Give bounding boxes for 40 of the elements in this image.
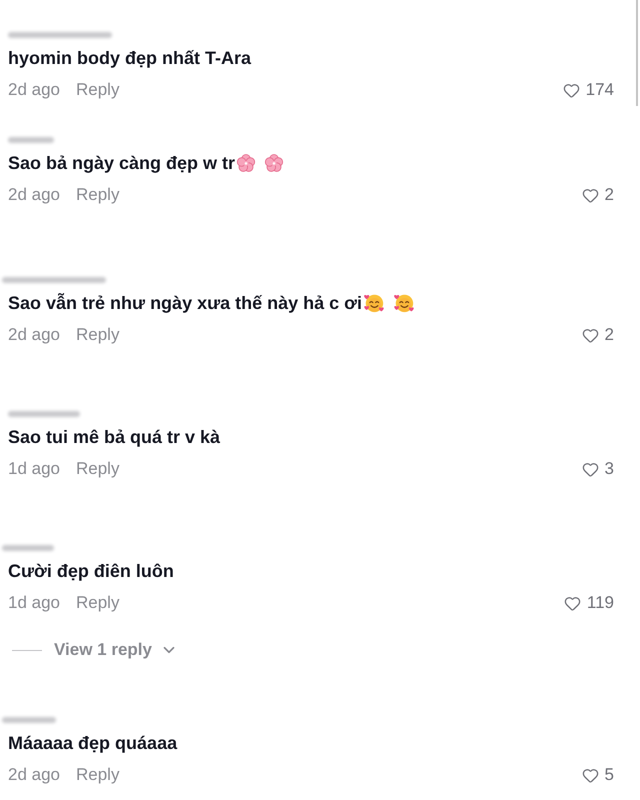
comment-text: hyomin body đẹp nhất T-Ara <box>8 47 252 70</box>
like-heart-icon[interactable] <box>582 460 599 478</box>
scrollbar-thumb[interactable] <box>636 0 638 106</box>
like-count: 2 <box>604 324 614 346</box>
comment-time: 1d ago <box>8 458 60 480</box>
like-count: 2 <box>604 184 614 206</box>
smiling-face-with-hearts-icon <box>392 292 415 314</box>
comment-text: Sao tui mê bả quá tr v kà <box>8 426 220 449</box>
comment-text: Cười đẹp điên luôn <box>8 560 174 583</box>
like-count: 174 <box>586 79 614 101</box>
cherry-blossom-icon <box>264 153 284 173</box>
blurred-username <box>8 411 80 417</box>
comment-time: 2d ago <box>8 184 60 206</box>
reply-button[interactable]: Reply <box>76 323 120 347</box>
comment-text: Sao bả ngày càng đẹp w tr <box>8 152 236 175</box>
comment-time: 2d ago <box>8 324 60 346</box>
comment-text: Máaaaa đẹp quáaaa <box>8 732 178 755</box>
reply-button[interactable]: Reply <box>76 763 120 787</box>
reply-button[interactable]: Reply <box>76 183 120 207</box>
reply-button[interactable]: Reply <box>76 591 120 615</box>
blurred-username <box>2 545 54 551</box>
like-count: 119 <box>586 592 614 614</box>
reply-button[interactable]: Reply <box>76 78 120 102</box>
like-heart-icon[interactable] <box>564 594 581 612</box>
like-heart-icon[interactable] <box>582 326 599 344</box>
like-heart-icon[interactable] <box>582 766 599 784</box>
comment-text: Sao vẫn trẻ như ngày xưa thế này hả c ơi <box>8 292 362 315</box>
like-count: 3 <box>604 458 614 480</box>
comment-time: 2d ago <box>8 79 60 101</box>
smiling-face-with-hearts-icon <box>362 292 385 314</box>
cherry-blossom-icon <box>236 153 256 173</box>
blurred-username <box>8 137 54 143</box>
comment-time: 1d ago <box>8 592 60 614</box>
comment-time: 2d ago <box>8 764 60 786</box>
view-replies-button[interactable]: View 1 reply <box>54 638 152 662</box>
like-heart-icon[interactable] <box>582 186 599 204</box>
blurred-username <box>2 717 56 723</box>
like-count: 5 <box>604 764 614 786</box>
like-heart-icon[interactable] <box>562 82 580 98</box>
reply-button[interactable]: Reply <box>76 457 120 481</box>
